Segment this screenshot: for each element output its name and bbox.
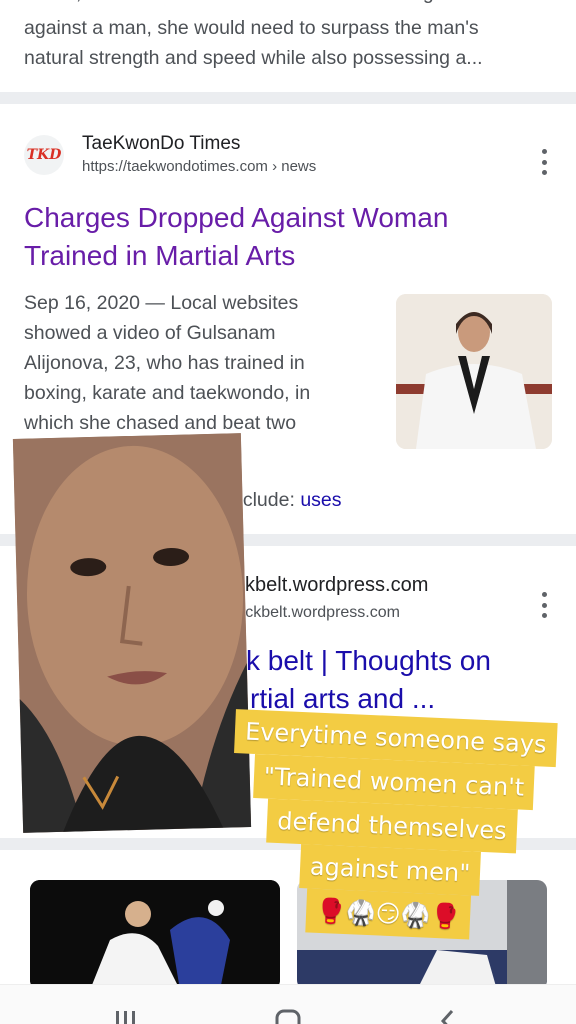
result-snippet-line: Sep 16, 2020 — Local websites — [24, 292, 299, 314]
home-icon[interactable] — [274, 1009, 302, 1024]
back-icon[interactable] — [438, 1009, 458, 1024]
result-separator — [0, 92, 576, 104]
more-vert-icon[interactable] — [539, 149, 549, 175]
result-snippet-line: which she chased and beat two — [24, 412, 297, 434]
result-snippet-line: natural strength and speed while also po… — [24, 47, 483, 69]
tkd-favicon-icon: TKD — [24, 135, 64, 175]
result-card-1: Jul 13, 2022 — For a woman to win an MMA… — [0, 0, 576, 92]
result-thumbnail[interactable] — [396, 294, 552, 449]
site-url: https://taekwondotimes.com › news — [82, 158, 317, 175]
result-title-line1[interactable]: Charges Dropped Against Woman — [24, 199, 448, 237]
result-title-line2[interactable]: Trained in Martial Arts — [24, 237, 295, 275]
caption-emoji-line: 🥊🥋😏🥋🥊 — [304, 888, 472, 940]
result-snippet-line: showed a video of Gulsanam — [24, 322, 276, 344]
site-name: kbelt.wordpress.com — [245, 574, 429, 596]
result-snippet-line: Alijonova, 23, who has trained in — [24, 352, 305, 374]
caption-line: against men" — [298, 844, 482, 896]
video-caption: Everytime someone says "Trained women ca… — [203, 708, 576, 944]
include-link[interactable]: uses — [300, 489, 341, 511]
include-label: nclude: uses — [232, 485, 342, 515]
result-title-line1[interactable]: k belt | Thoughts on — [246, 642, 491, 680]
site-name: TaeKwonDo Times — [82, 133, 241, 154]
result-snippet-line: against a man, she would need to surpass… — [24, 17, 479, 39]
result-source[interactable]: TKD TaeKwonDo Times https://taekwondotim… — [24, 132, 316, 178]
result-snippet-partial: Jul 13, 2022 — For a woman to win an MMA… — [24, 0, 450, 8]
more-vert-icon[interactable] — [539, 592, 549, 618]
recents-icon[interactable] — [114, 1009, 138, 1024]
taekwondo-woman-image — [396, 294, 552, 449]
result-snippet-line: boxing, karate and taekwondo, in — [24, 382, 311, 404]
system-nav-bar — [0, 984, 576, 1024]
